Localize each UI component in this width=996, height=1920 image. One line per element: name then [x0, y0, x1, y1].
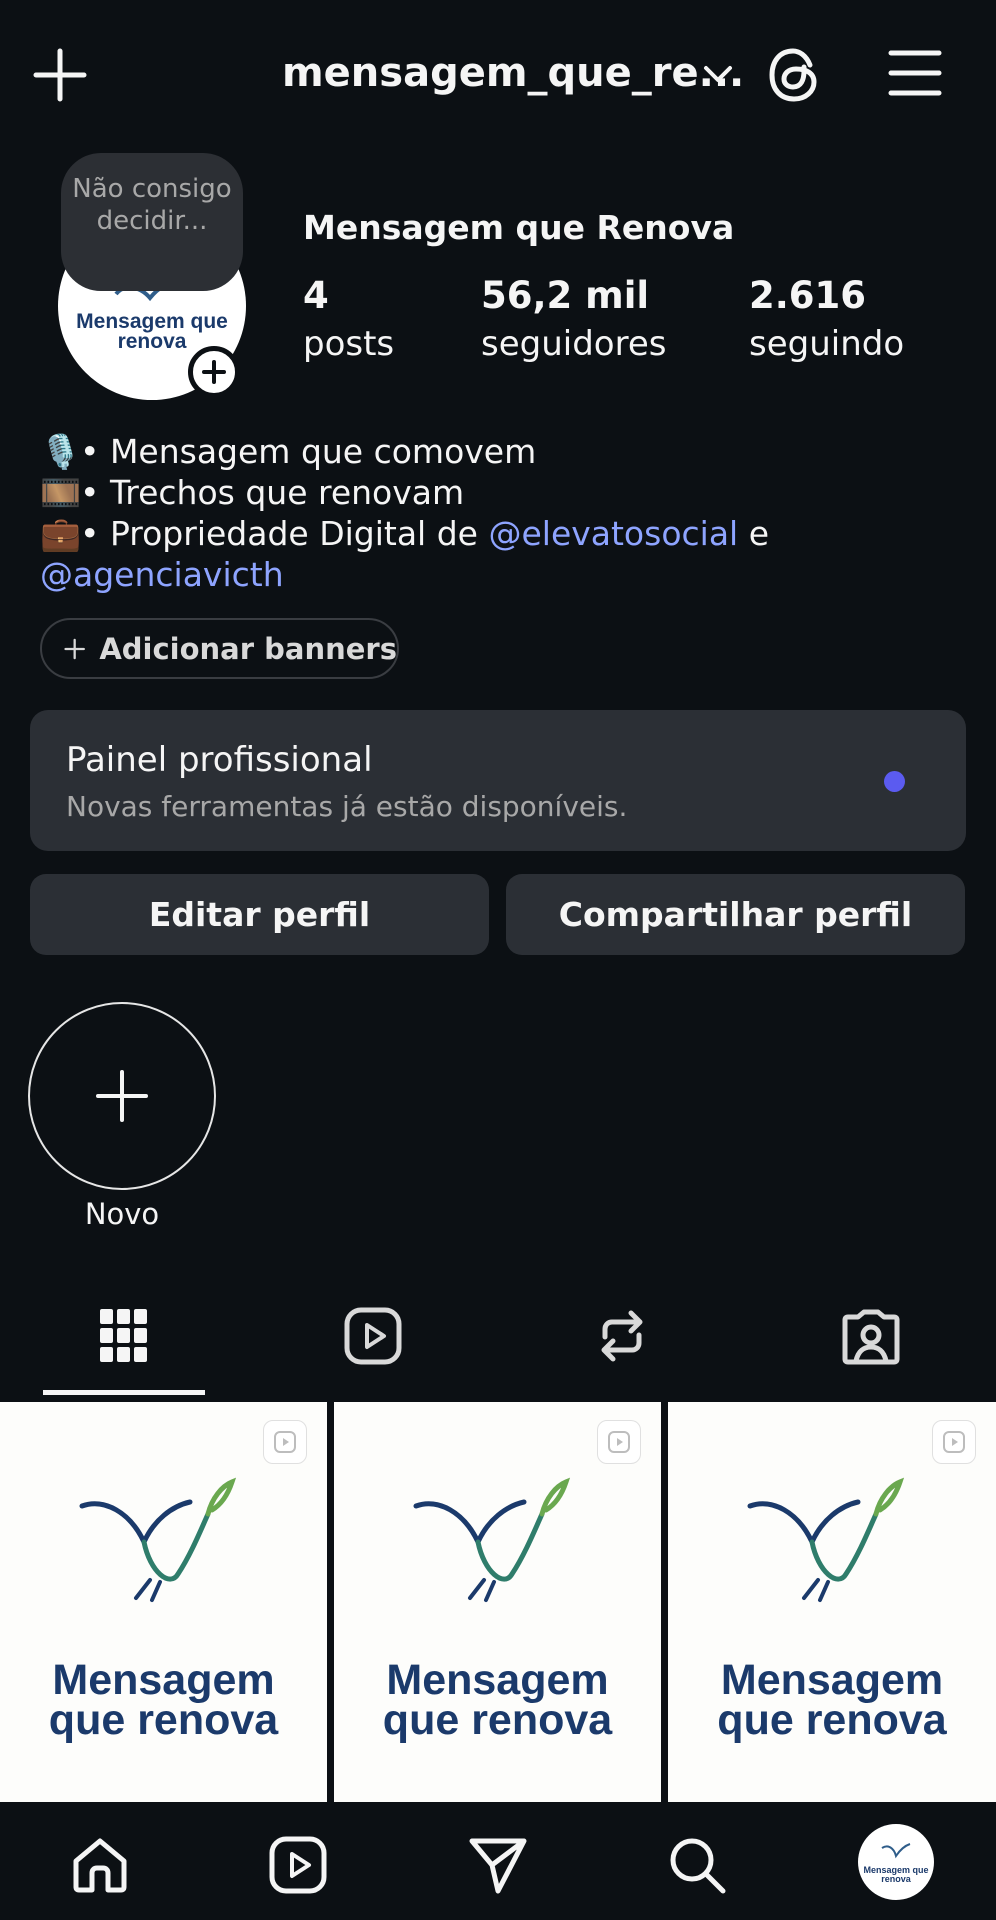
- add-banners-button[interactable]: Adicionar banners: [40, 618, 399, 679]
- reel-indicator-icon: [597, 1420, 641, 1464]
- briefcase-emoji-icon: 💼: [40, 514, 82, 553]
- tagged-icon: [842, 1309, 900, 1365]
- create-button[interactable]: [30, 45, 90, 105]
- search-icon: [670, 1838, 726, 1894]
- account-switch-chevron[interactable]: [702, 62, 734, 86]
- following-count[interactable]: 2.616: [749, 274, 866, 317]
- notification-dot: [884, 771, 905, 792]
- note-bubble[interactable]: Não consigo decidir...: [61, 153, 243, 291]
- posts-label[interactable]: posts: [303, 324, 394, 364]
- reel-indicator-icon: [263, 1420, 307, 1464]
- add-banners-label: Adicionar banners: [99, 631, 397, 666]
- direct-icon: [469, 1838, 527, 1894]
- followers-label[interactable]: seguidores: [481, 324, 666, 364]
- nav-profile-avatar[interactable]: Mensagem que renova: [858, 1824, 934, 1900]
- nav-search[interactable]: [664, 1832, 730, 1898]
- bio-line-2: 🎞️• Trechos que renovam: [40, 473, 465, 512]
- plus-icon: [202, 360, 226, 384]
- nav-reels[interactable]: [265, 1832, 331, 1898]
- bio-line-4: @agenciavicth: [40, 555, 284, 594]
- nav-avatar-logo-text: Mensagem que renova: [863, 1865, 929, 1884]
- professional-dashboard-subtitle: Novas ferramentas já estão disponíveis.: [66, 790, 628, 823]
- tab-reposts[interactable]: [542, 1300, 702, 1372]
- nav-direct[interactable]: [465, 1832, 531, 1898]
- grid-icon: [100, 1309, 147, 1362]
- elevatosocial-link[interactable]: @elevatosocial: [488, 514, 738, 553]
- plus-icon: [33, 48, 87, 102]
- post-tile[interactable]: Mensagem que renova: [0, 1402, 327, 1802]
- reposts-icon: [601, 1310, 643, 1362]
- post-logo-text: Mensagem que renova: [717, 1656, 947, 1744]
- followers-count[interactable]: 56,2 mil: [481, 274, 649, 317]
- active-tab-indicator: [43, 1390, 205, 1395]
- chevron-down-icon: [704, 66, 732, 82]
- post-tile[interactable]: Mensagem que renova: [668, 1402, 996, 1802]
- bio-line-1: 🎙️• Mensagem que comovem: [40, 432, 537, 471]
- threads-icon: [769, 48, 817, 102]
- posts-count[interactable]: 4: [303, 274, 329, 317]
- film-frames-emoji-icon: 🎞️: [40, 473, 82, 512]
- hamburger-menu-icon: [888, 50, 942, 96]
- professional-dashboard-card[interactable]: Painel profissional Novas ferramentas já…: [30, 710, 966, 851]
- microphone-emoji-icon: 🎙️: [40, 432, 82, 471]
- post-logo-text: Mensagem que renova: [48, 1656, 279, 1744]
- reels-icon: [344, 1307, 402, 1365]
- add-story-button[interactable]: [188, 346, 240, 398]
- tab-tagged[interactable]: [791, 1300, 951, 1372]
- plus-icon: [64, 638, 85, 659]
- post-tile[interactable]: Mensagem que renova: [334, 1402, 661, 1802]
- professional-dashboard-title: Painel profissional: [66, 740, 373, 780]
- agenciavicth-link[interactable]: @agenciavicth: [40, 555, 284, 594]
- reel-indicator-icon: [932, 1420, 976, 1464]
- tab-reels[interactable]: [293, 1300, 453, 1372]
- reels-icon: [269, 1836, 327, 1894]
- following-label[interactable]: seguindo: [749, 324, 904, 364]
- bio-line-3: 💼• Propriedade Digital de @elevatosocial…: [40, 514, 770, 553]
- edit-profile-button[interactable]: Editar perfil: [30, 874, 489, 955]
- menu-button[interactable]: [888, 48, 942, 98]
- threads-button[interactable]: [766, 45, 822, 105]
- dove-logo-icon: [881, 1843, 911, 1859]
- profile-display-name: Mensagem que Renova: [303, 208, 735, 247]
- share-profile-button[interactable]: Compartilhar perfil: [506, 874, 965, 955]
- nav-home[interactable]: [67, 1832, 133, 1898]
- new-highlight-button[interactable]: [28, 1002, 216, 1190]
- post-logo-text: Mensagem que renova: [382, 1656, 613, 1744]
- new-highlight-label: Novo: [84, 1197, 160, 1231]
- tab-grid[interactable]: [44, 1300, 204, 1372]
- plus-icon: [96, 1070, 148, 1122]
- username-switcher[interactable]: mensagem_que_re...: [282, 50, 744, 96]
- home-icon: [73, 1838, 127, 1893]
